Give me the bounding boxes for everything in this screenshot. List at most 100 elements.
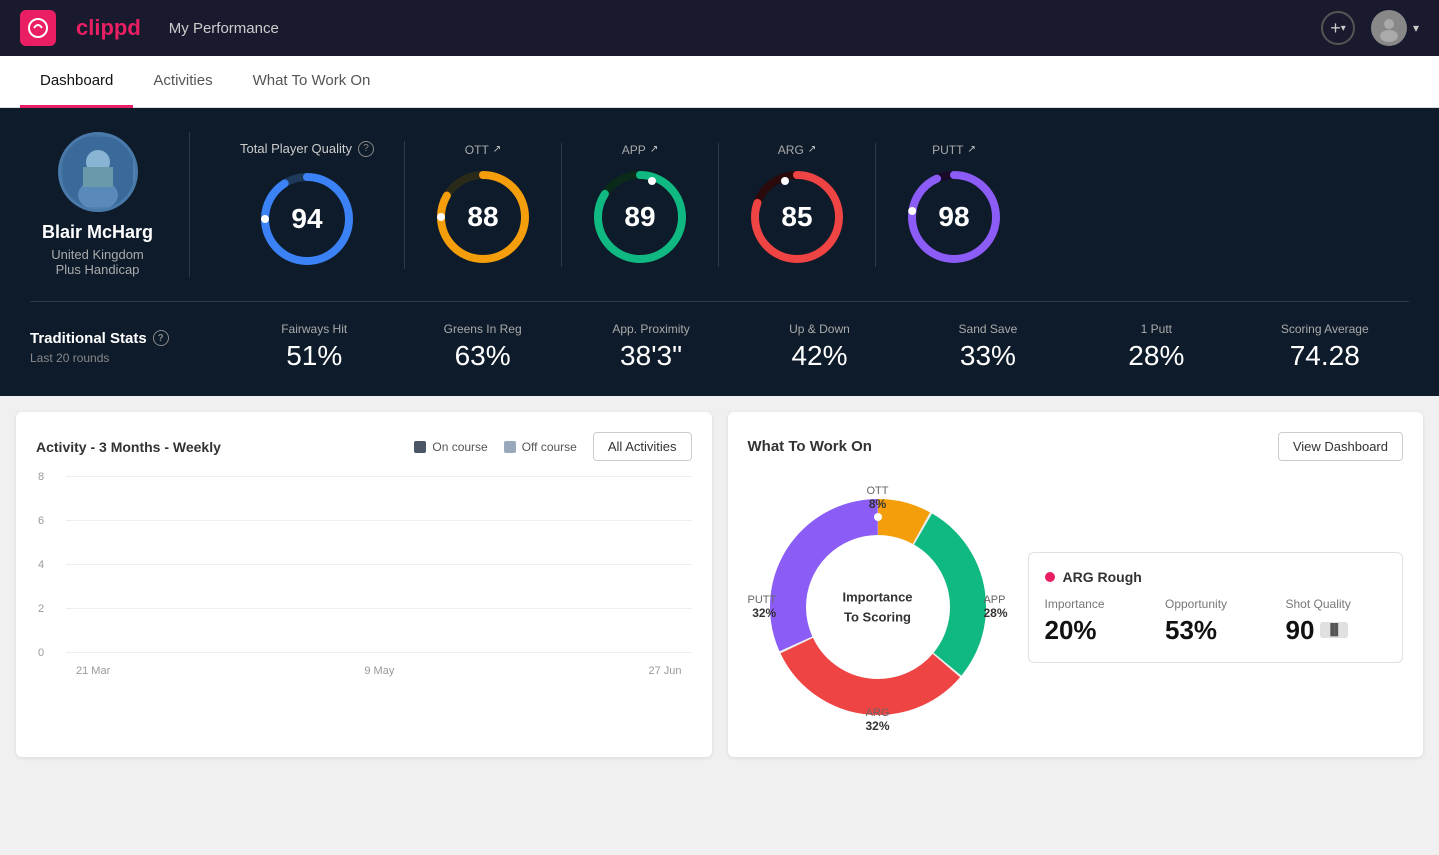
header: clippd My Performance + ▾ ▾ xyxy=(0,0,1439,56)
quality-section: Total Player Quality ? 94 OTT ↗ xyxy=(210,141,1409,269)
app-arrow-icon: ↗ xyxy=(650,144,658,155)
detail-card: ARG Rough Importance 20% Opportunity 53% xyxy=(1028,552,1404,663)
stat-sandsave: Sand Save 33% xyxy=(904,322,1072,372)
tab-dashboard[interactable]: Dashboard xyxy=(20,56,133,108)
wtwo-content: ImportanceTo Scoring OTT 8% APP 28% ARG … xyxy=(748,477,1404,737)
bar-group-2 xyxy=(123,652,165,653)
arg-segment-label: ARG 32% xyxy=(865,707,889,733)
stat-oneputt: 1 Putt 28% xyxy=(1072,322,1240,372)
bar-group-8 xyxy=(405,652,447,653)
x-label-3: 27 Jun xyxy=(648,665,681,677)
arg-label: ARG ↗ xyxy=(778,143,816,157)
trad-stats-sublabel: Last 20 rounds xyxy=(30,351,230,365)
detail-card-title: ARG Rough xyxy=(1045,569,1387,585)
stat-scoring: Scoring Average 74.28 xyxy=(1241,322,1409,372)
putt-segment-label: PUTT 32% xyxy=(748,594,777,620)
bars-area xyxy=(66,477,692,653)
header-right: + ▾ ▾ xyxy=(1321,10,1419,46)
tpq-wrapper: Total Player Quality ? 94 xyxy=(210,141,405,269)
tab-activities[interactable]: Activities xyxy=(133,56,232,108)
x-label-1: 21 Mar xyxy=(76,665,110,677)
legend-on-course: On course xyxy=(414,440,487,454)
trad-label-section: Traditional Stats ? Last 20 rounds xyxy=(30,330,230,365)
putt-value: 98 xyxy=(938,201,969,233)
chart-title: Activity - 3 Months - Weekly xyxy=(36,439,221,455)
ott-arrow-icon: ↗ xyxy=(493,144,501,155)
shot-quality-value: 90 xyxy=(1286,615,1315,646)
putt-arrow-icon: ↗ xyxy=(967,144,975,155)
detail-dot xyxy=(1045,572,1055,582)
bar-group-3 xyxy=(170,652,212,653)
app-label: APP ↗ xyxy=(622,143,658,157)
total-quality-gauge: 94 xyxy=(257,169,357,269)
app-value: 89 xyxy=(624,201,655,233)
logo-text: clippd xyxy=(76,15,141,41)
opportunity-value: 53% xyxy=(1165,615,1217,646)
ott-gauge: 88 xyxy=(433,167,533,267)
metric-ott: OTT ↗ 88 xyxy=(405,143,562,267)
player-name: Blair McHarg xyxy=(42,222,153,243)
app-segment-label: APP 28% xyxy=(983,594,1007,620)
detail-metrics: Importance 20% Opportunity 53% Shot Qual… xyxy=(1045,597,1387,646)
total-quality-value: 94 xyxy=(291,203,322,235)
view-dashboard-button[interactable]: View Dashboard xyxy=(1278,432,1403,461)
ott-label: OTT ↗ xyxy=(465,143,501,157)
avatar xyxy=(1371,10,1407,46)
ott-segment-label: OTT 8% xyxy=(867,485,889,511)
add-button[interactable]: + ▾ xyxy=(1321,11,1355,45)
bar-group-11 xyxy=(546,652,588,653)
trad-stats-info-icon[interactable]: ? xyxy=(153,330,169,346)
wtwo-title: What To Work On xyxy=(748,438,872,455)
importance-value: 20% xyxy=(1045,615,1097,646)
putt-label: PUTT ↗ xyxy=(932,143,976,157)
detail-shot-quality: Shot Quality 90 ▐▌ xyxy=(1286,597,1387,646)
legend-off-course: Off course xyxy=(504,440,577,454)
x-labels: 21 Mar 9 May 27 Jun xyxy=(66,665,692,677)
stat-updown: Up & Down 42% xyxy=(735,322,903,372)
chart-legend: On course Off course xyxy=(414,440,577,454)
metric-arg: ARG ↗ 85 xyxy=(719,143,876,267)
tab-what-to-work-on[interactable]: What To Work On xyxy=(233,56,391,108)
nav-tabs: Dashboard Activities What To Work On xyxy=(0,56,1439,108)
user-menu[interactable]: ▾ xyxy=(1371,10,1419,46)
bar-group-9 xyxy=(452,652,494,653)
stats-top: Blair McHarg United Kingdom Plus Handica… xyxy=(30,132,1409,302)
stat-proximity: App. Proximity 38'3" xyxy=(567,322,735,372)
chart-header: Activity - 3 Months - Weekly On course O… xyxy=(36,432,692,461)
player-avatar xyxy=(58,132,138,212)
trad-stats-label: Traditional Stats ? xyxy=(30,330,230,347)
what-to-work-on-panel: What To Work On View Dashboard xyxy=(728,412,1424,757)
detail-importance: Importance 20% xyxy=(1045,597,1146,646)
trad-stats: Traditional Stats ? Last 20 rounds Fairw… xyxy=(30,322,1409,372)
bar-group-4 xyxy=(217,652,259,653)
metric-app: APP ↗ 89 xyxy=(562,143,719,267)
header-title: My Performance xyxy=(169,20,279,37)
metric-putt: PUTT ↗ 98 xyxy=(876,143,1032,267)
all-activities-button[interactable]: All Activities xyxy=(593,432,692,461)
legend-off-dot xyxy=(504,441,516,453)
player-handicap: Plus Handicap xyxy=(56,262,140,277)
bar-group-5 xyxy=(264,652,306,653)
arg-value: 85 xyxy=(781,201,812,233)
tpq-label: Total Player Quality ? xyxy=(240,141,374,157)
quality-badge: ▐▌ xyxy=(1320,622,1348,638)
bottom-panels: Activity - 3 Months - Weekly On course O… xyxy=(0,396,1439,773)
wtwo-header: What To Work On View Dashboard xyxy=(748,432,1404,461)
bar-group-7 xyxy=(358,652,400,653)
detail-opportunity: Opportunity 53% xyxy=(1165,597,1266,646)
stat-fairways: Fairways Hit 51% xyxy=(230,322,398,372)
bar-group-1 xyxy=(76,652,118,653)
player-country: United Kingdom xyxy=(51,247,144,262)
bar-group-13 xyxy=(640,652,682,653)
chart-area: 0 2 4 6 8 xyxy=(36,477,692,677)
activity-chart-panel: Activity - 3 Months - Weekly On course O… xyxy=(16,412,712,757)
tpq-info-icon[interactable]: ? xyxy=(358,141,374,157)
arg-arrow-icon: ↗ xyxy=(808,144,816,155)
bar-group-6 xyxy=(311,652,353,653)
stats-banner: Blair McHarg United Kingdom Plus Handica… xyxy=(0,108,1439,396)
ott-value: 88 xyxy=(467,201,498,233)
bar-group-12 xyxy=(593,652,635,653)
putt-gauge: 98 xyxy=(904,167,1004,267)
player-info: Blair McHarg United Kingdom Plus Handica… xyxy=(30,132,190,277)
stat-greens: Greens In Reg 63% xyxy=(398,322,566,372)
